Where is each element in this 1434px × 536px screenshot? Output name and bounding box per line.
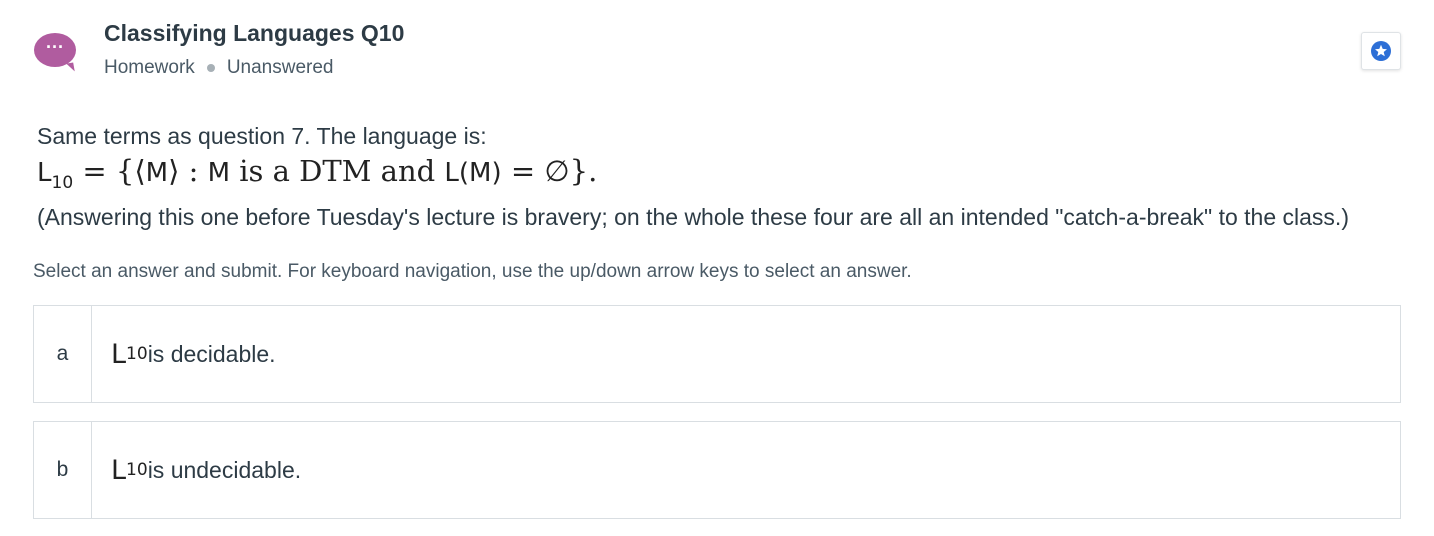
answer-text: L 10 is decidable.	[92, 306, 276, 402]
math-lhs: L	[37, 158, 52, 188]
math-language-of-m: L(M)	[444, 158, 502, 188]
answer-option-a[interactable]: a L 10 is decidable.	[33, 305, 1401, 403]
answer-math-symbol: L	[111, 454, 127, 486]
separator-dot	[206, 64, 215, 72]
answer-math-subscript: 10	[126, 460, 148, 480]
answer-label: is undecidable.	[147, 456, 302, 483]
chat-bubble-ellipsis-icon: ···	[46, 37, 64, 57]
question-intro: Same terms as question 7. The language i…	[37, 123, 487, 149]
category-label: Homework	[104, 57, 195, 78]
language-definition: L10 = {⟨M⟩ : M is a DTM and L(M) = ∅}.	[37, 151, 1417, 203]
answer-option-b[interactable]: b L 10 is undecidable.	[33, 421, 1401, 519]
post-meta: Homework Unanswered	[104, 57, 333, 79]
math-close-bracket: ⟩ :	[168, 154, 208, 188]
avatar: ···	[34, 33, 76, 67]
answer-math-subscript: 10	[126, 344, 148, 364]
answer-letter: a	[34, 306, 92, 402]
page-title: Classifying Languages Q10	[104, 20, 405, 46]
status-label: Unanswered	[226, 57, 334, 78]
answer-math-symbol: L	[111, 338, 127, 370]
math-machine: M	[145, 158, 169, 188]
answer-text: L 10 is undecidable.	[92, 422, 301, 518]
question-note: (Answering this one before Tuesday's lec…	[37, 203, 1349, 230]
math-condition: is a DTM and	[230, 154, 445, 188]
favorite-button[interactable]	[1361, 32, 1401, 70]
answer-instructions: Select an answer and submit. For keyboar…	[33, 261, 912, 282]
math-machine-2: M	[207, 158, 231, 188]
question-body: Same terms as question 7. The language i…	[37, 121, 1417, 231]
math-lhs-subscript: 10	[51, 172, 74, 193]
star-badge-icon	[1371, 41, 1391, 61]
answer-label: is decidable.	[147, 340, 276, 367]
answer-letter: b	[34, 422, 92, 518]
math-empty-set: = ∅}.	[501, 154, 598, 188]
math-open-set: = {⟨	[73, 154, 146, 188]
